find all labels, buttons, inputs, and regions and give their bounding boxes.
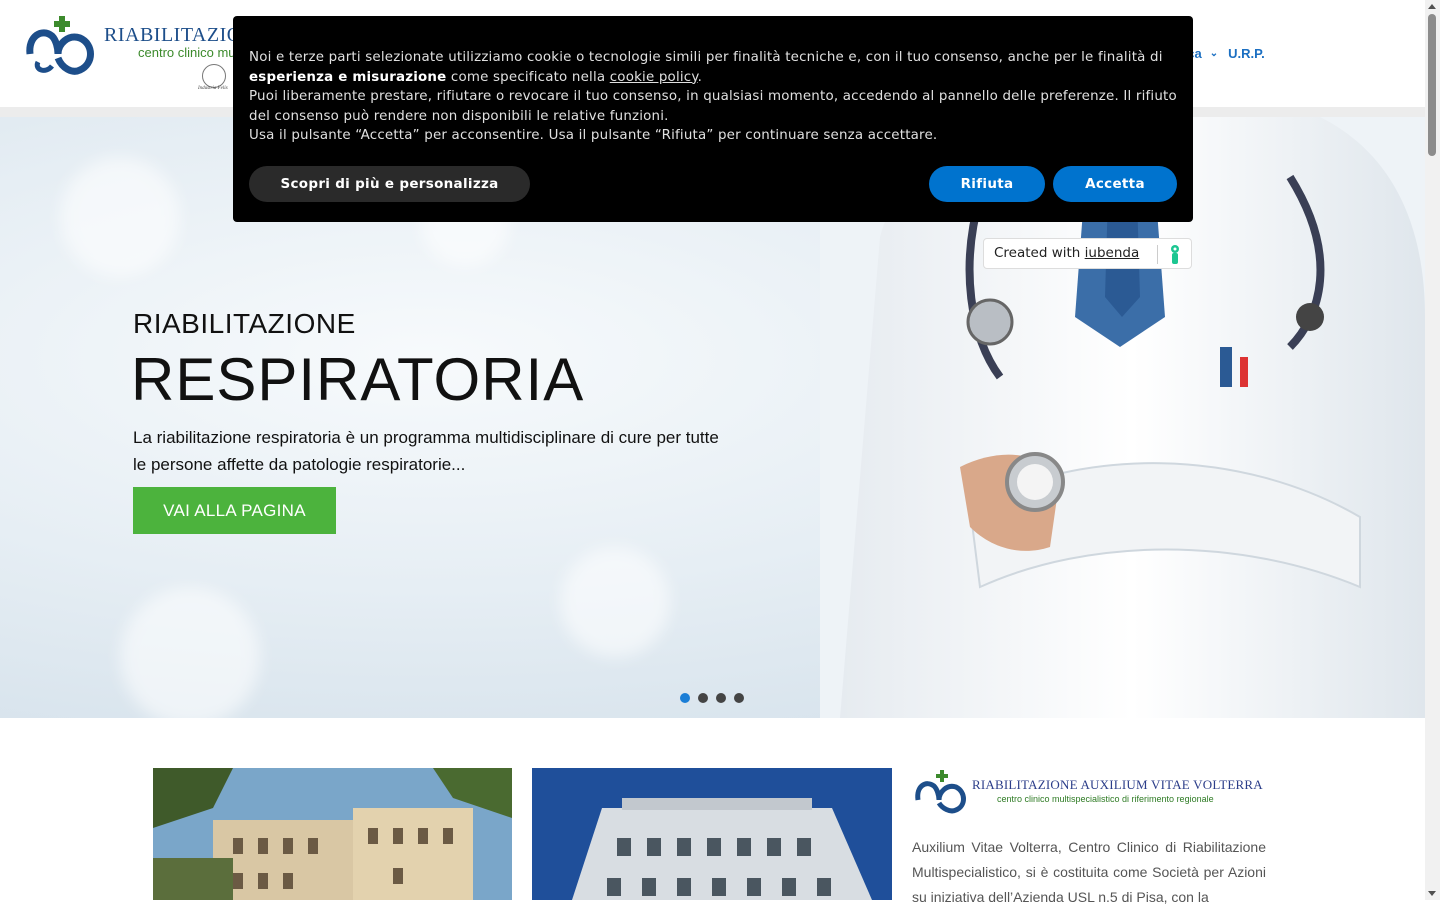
slider-dot-4[interactable] bbox=[734, 693, 744, 703]
slider-dot-3[interactable] bbox=[716, 693, 726, 703]
scroll-down-arrow-icon[interactable] bbox=[1428, 891, 1436, 896]
hero-kicker: RIABILITAZIONE bbox=[133, 308, 356, 339]
facility-photo[interactable] bbox=[532, 768, 892, 900]
iubenda-divider bbox=[1157, 245, 1158, 264]
hero-title: RESPIRATORIA bbox=[131, 346, 585, 413]
iubenda-label: Created with iubenda bbox=[994, 245, 1139, 261]
facility-illustration bbox=[532, 768, 892, 900]
iubenda-icon bbox=[1171, 245, 1179, 264]
auxilium-logo-subtitle: centro clinico multispecialistico di rif… bbox=[997, 794, 1214, 804]
intro-paragraph: Auxilium Vitae Volterra, Centro Clinico … bbox=[912, 839, 1266, 905]
cookie-text-line3: Usa il pulsante “Accetta” per acconsenti… bbox=[249, 128, 938, 143]
logo-mark-icon bbox=[915, 770, 966, 814]
cookie-text-part3: . bbox=[697, 69, 703, 85]
iubenda-link[interactable]: iubenda bbox=[1085, 245, 1140, 261]
iubenda-prefix: Created with bbox=[994, 245, 1085, 261]
iubenda-badge[interactable]: Created with iubenda bbox=[983, 238, 1192, 269]
slider-dot-1[interactable] bbox=[680, 693, 690, 703]
site-logo[interactable]: RIABILITAZION centro clinico mu Industri… bbox=[22, 14, 256, 94]
reject-button[interactable]: Rifiuta bbox=[929, 166, 1045, 202]
learn-more-customize-button[interactable]: Scopri di più e personalizza bbox=[249, 166, 530, 202]
scroll-up-arrow-icon[interactable] bbox=[1428, 4, 1436, 9]
page-scrollbar[interactable] bbox=[1425, 0, 1440, 900]
cookie-text-part2: come specificato nella bbox=[446, 69, 610, 85]
accept-button[interactable]: Accetta bbox=[1053, 166, 1177, 202]
cookie-text-bold: esperienza e misurazione bbox=[249, 69, 447, 85]
bokeh-light bbox=[60, 157, 180, 277]
go-to-page-button[interactable]: VAI ALLA PAGINA bbox=[133, 487, 336, 534]
cookie-text-line2: Puoi liberamente prestare, rifiutare o r… bbox=[249, 89, 1177, 124]
hero-description: La riabilitazione respiratoria è un prog… bbox=[133, 428, 719, 474]
cookie-banner-text: Noi e terze parti selezionate utilizziam… bbox=[249, 48, 1179, 146]
nav-item-urp[interactable]: U.R.P. bbox=[1228, 46, 1265, 61]
cookie-text-part1: Noi e terze parti selezionate utilizziam… bbox=[249, 50, 1163, 65]
building-illustration bbox=[153, 768, 512, 900]
slider-dot-2[interactable] bbox=[698, 693, 708, 703]
chevron-down-icon[interactable]: ⌄ bbox=[1210, 48, 1218, 59]
auxilium-logo-title: RIABILITAZIONE AUXILIUM VITAE VOLTERRA bbox=[972, 777, 1263, 792]
seal-caption: Industria Felix bbox=[198, 86, 228, 91]
building-photo[interactable] bbox=[153, 768, 512, 900]
bokeh-light bbox=[120, 587, 260, 718]
slider-pagination bbox=[680, 693, 744, 703]
logo-mark-icon bbox=[26, 16, 94, 75]
scrollbar-thumb[interactable] bbox=[1428, 14, 1436, 156]
logo-subtitle: centro clinico mu bbox=[138, 45, 236, 60]
bokeh-light bbox=[560, 547, 670, 657]
seal-icon bbox=[202, 64, 226, 88]
cookie-banner: Noi e terze parti selezionate utilizziam… bbox=[233, 16, 1193, 222]
cookie-policy-link[interactable]: cookie policy bbox=[610, 70, 698, 85]
auxilium-logo: RIABILITAZIONE AUXILIUM VITAE VOLTERRA c… bbox=[912, 768, 1272, 816]
